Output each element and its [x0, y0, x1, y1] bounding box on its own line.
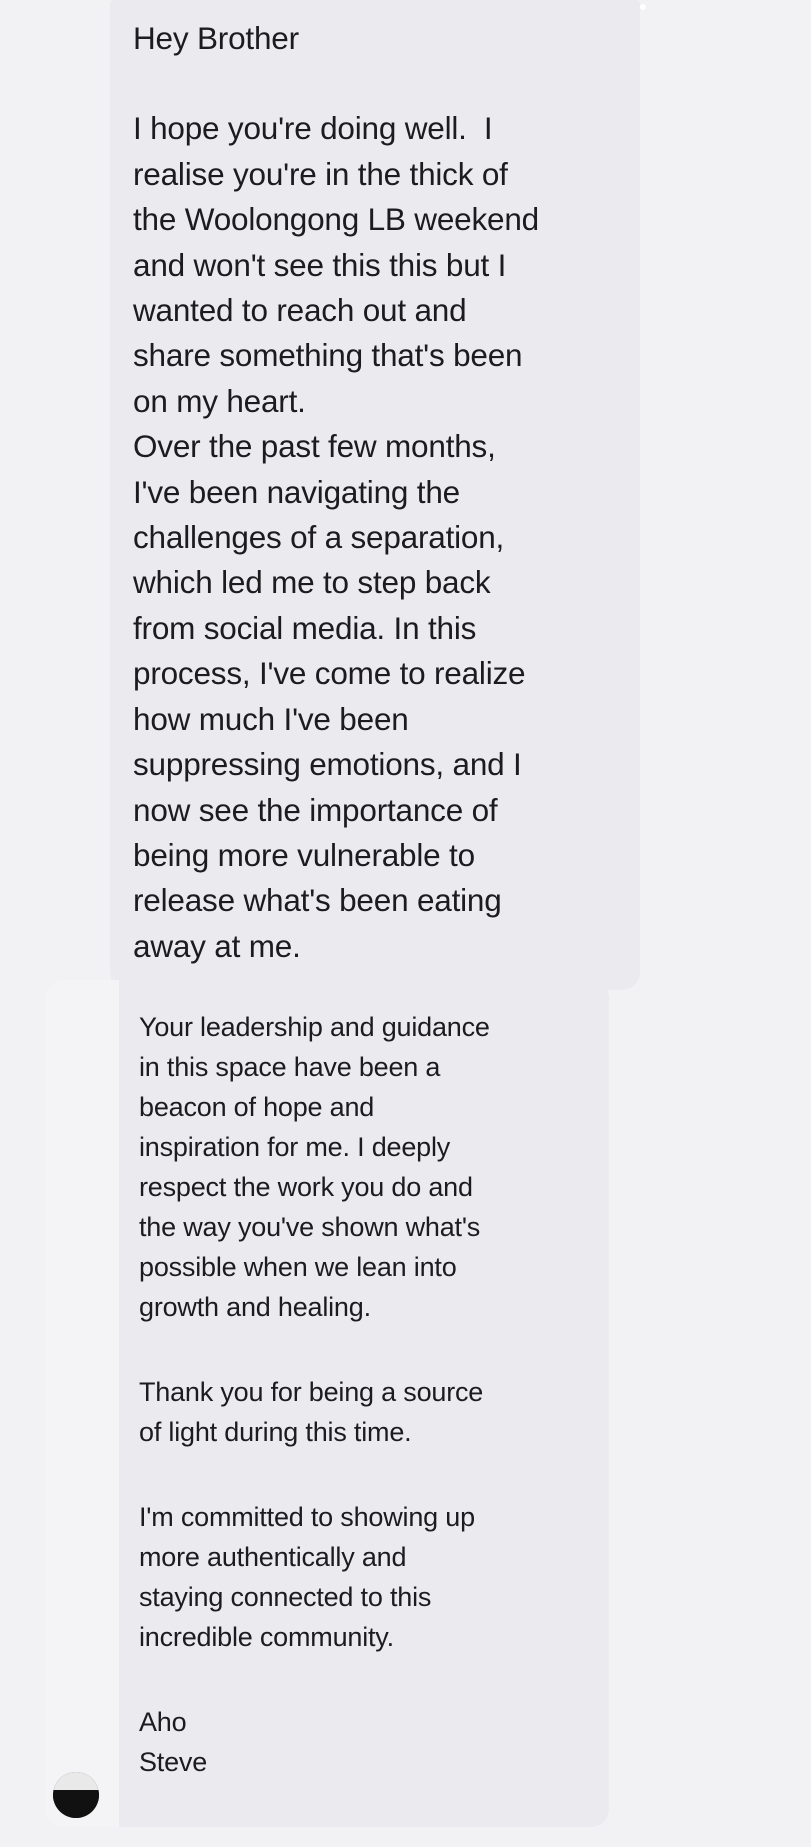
top-indicator-dot [640, 4, 646, 10]
profile-avatar-icon[interactable] [53, 1772, 99, 1818]
message-bubble-1[interactable]: Hey Brother I hope you're doing well. I … [110, 0, 640, 990]
message-signoff: Aho Steve [139, 1707, 208, 1777]
message-paragraph-3: I'm committed to showing up more authent… [139, 1502, 475, 1652]
message-paragraph-2: Thank you for being a source of light du… [139, 1377, 484, 1447]
message-body: I hope you're doing well. I realise you'… [133, 110, 539, 964]
avatar-ground [53, 1790, 99, 1818]
message-bubble-2[interactable]: Your leadership and guidance in this spa… [119, 980, 609, 1827]
message-bubble-2-margin [45, 980, 119, 1827]
message-paragraph-1: Your leadership and guidance in this spa… [139, 1012, 490, 1322]
message-greeting: Hey Brother [133, 20, 299, 56]
